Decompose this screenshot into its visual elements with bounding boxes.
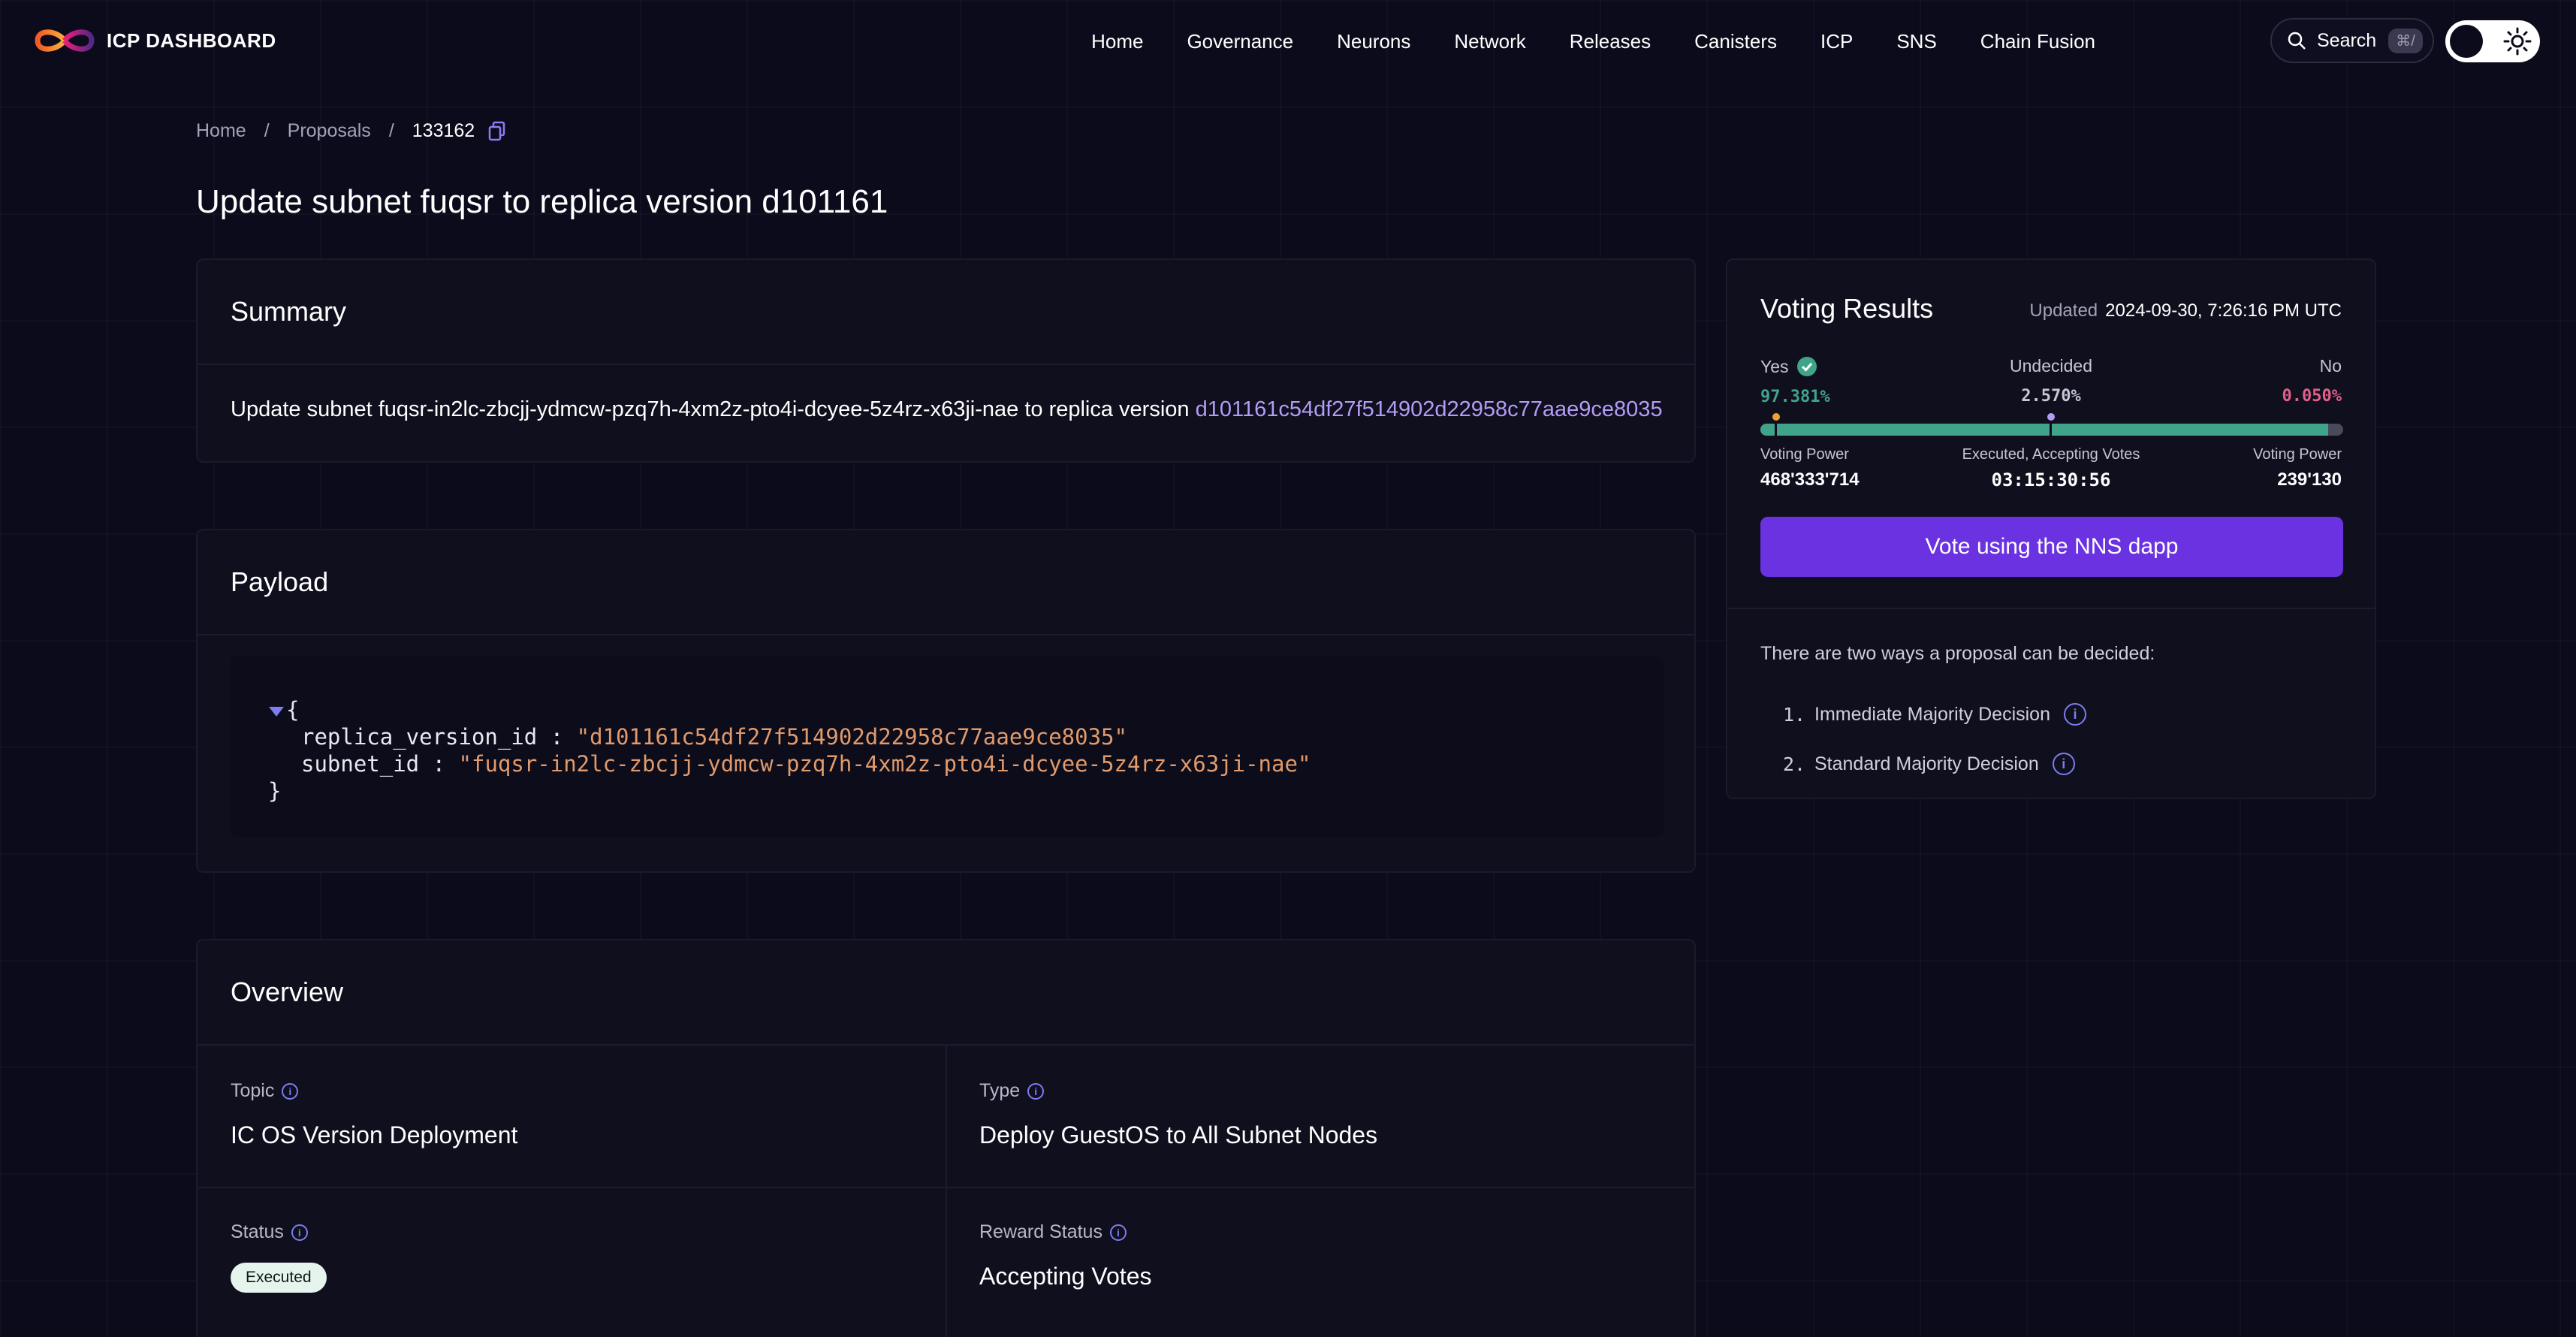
proposal-status-label: Executed, Accepting Votes <box>1962 446 2140 463</box>
summary-text: Update subnet fuqsr-in2lc-zbcjj-ydmcw-pz… <box>198 365 1694 454</box>
status-label: Status <box>231 1221 284 1242</box>
breadcrumb-proposals[interactable]: Proposals <box>288 120 371 142</box>
nav-network[interactable]: Network <box>1454 30 1525 53</box>
undecided-column: Undecided 2.570% <box>1727 356 2375 406</box>
overview-heading: Overview <box>198 940 1694 1046</box>
moon-icon <box>2450 25 2483 58</box>
no-column: No 0.050% <box>2282 356 2342 406</box>
voting-title: Voting Results <box>1760 293 1934 324</box>
decision-way-label: Standard Majority Decision <box>1814 753 2039 774</box>
theme-toggle[interactable] <box>2445 20 2540 62</box>
type-label: Type <box>979 1080 1021 1101</box>
nav-neurons[interactable]: Neurons <box>1337 30 1410 53</box>
nav-canisters[interactable]: Canisters <box>1694 30 1777 53</box>
search-button[interactable]: Search ⌘/ <box>2270 18 2434 63</box>
topic-cell: Topic i IC OS Version Deployment <box>231 1080 517 1149</box>
status-badge: Executed <box>231 1263 327 1293</box>
page-title: Update subnet fuqsr to replica version d… <box>196 183 888 220</box>
summary-heading: Summary <box>198 260 1694 365</box>
updated-label: Updated <box>2029 300 2098 321</box>
json-value: "fuqsr-in2lc-zbcjj-ydmcw-pzq7h-4xm2z-pto… <box>458 751 1311 777</box>
search-shortcut: ⌘/ <box>2388 28 2423 53</box>
summary-description: Update subnet fuqsr-in2lc-zbcjj-ydmcw-pz… <box>231 397 1196 421</box>
overview-divider <box>946 1046 947 1337</box>
top-nav: ICP DASHBOARD Home Governance Neurons Ne… <box>0 0 2576 83</box>
type-cell: Type i Deploy GuestOS to All Subnet Nodes <box>979 1080 1377 1149</box>
voting-top: Voting Results Updated 2024-09-30, 7:26:1… <box>1727 260 2375 609</box>
yes-bar-fill <box>1760 424 2328 436</box>
reward-status-cell: Reward Status i Accepting Votes <box>979 1221 1151 1290</box>
vote-nns-dapp-button[interactable]: Vote using the NNS dapp <box>1760 517 2343 577</box>
decision-way-item: 1. Immediate Majority Decision i <box>1760 690 2086 739</box>
undecided-percentage: 2.570% <box>2021 387 2081 406</box>
reward-status-label: Reward Status <box>979 1221 1102 1242</box>
topic-value: IC OS Version Deployment <box>231 1121 518 1148</box>
json-value: "d101161c54df27f514902d22958c77aae9ce803… <box>576 724 1127 750</box>
voting-updated: Updated 2024-09-30, 7:26:16 PM UTC <box>2029 300 2342 321</box>
list-number: 2. <box>1783 753 1806 775</box>
standard-majority-marker <box>2047 413 2055 421</box>
voting-results-card: Voting Results Updated 2024-09-30, 7:26:1… <box>1726 258 2376 799</box>
nav-sns[interactable]: SNS <box>1896 30 1936 53</box>
payload-card: Payload { replica_version_id : "d101161c… <box>196 529 1696 873</box>
breadcrumb-home[interactable]: Home <box>196 120 246 142</box>
decision-way-label: Immediate Majority Decision <box>1814 703 2050 725</box>
main-nav: Home Governance Neurons Network Releases… <box>1048 0 2095 83</box>
info-icon[interactable]: i <box>1027 1082 1045 1100</box>
standard-majority-tick <box>2050 424 2052 436</box>
no-label: No <box>2319 356 2342 376</box>
undecided-label: Undecided <box>2010 356 2092 376</box>
no-voting-power: Voting Power 239'130 <box>2253 446 2342 490</box>
info-icon[interactable]: i <box>291 1224 308 1241</box>
json-field-replica-version: replica_version_id : "d101161c54df27f514… <box>301 724 1127 750</box>
nav-releases[interactable]: Releases <box>1570 30 1651 53</box>
replica-hash-link[interactable]: d101161c54df27f514902d22958c77aae9ce8035 <box>1196 397 1663 421</box>
copy-icon[interactable] <box>488 121 506 142</box>
sun-icon <box>2503 27 2532 56</box>
json-open-brace: { <box>286 697 300 723</box>
nav-governance[interactable]: Governance <box>1187 30 1293 53</box>
breadcrumb-current: 133162 <box>412 120 475 141</box>
infinity-logo-icon <box>35 29 95 52</box>
nav-home[interactable]: Home <box>1091 30 1143 53</box>
json-key: subnet_id <box>301 751 420 777</box>
voting-progress-bar <box>1760 424 2343 436</box>
logo[interactable]: ICP DASHBOARD <box>32 23 276 59</box>
json-close-brace: } <box>268 778 282 804</box>
json-key: replica_version_id <box>301 724 538 750</box>
breadcrumb-separator: / <box>388 120 394 141</box>
decision-ways-list: 1. Immediate Majority Decision i 2. Stan… <box>1760 690 2086 789</box>
no-vp-value: 239'130 <box>2277 469 2342 490</box>
nav-icp[interactable]: ICP <box>1820 30 1853 53</box>
info-icon[interactable]: i <box>282 1082 299 1100</box>
list-number: 1. <box>1783 703 1806 726</box>
topic-label: Topic <box>231 1080 275 1101</box>
immediate-majority-tick <box>1775 424 1777 436</box>
info-icon[interactable]: i <box>1109 1224 1127 1241</box>
payload-heading: Payload <box>198 530 1694 635</box>
search-label: Search <box>2317 29 2377 51</box>
payload-json-viewer: { replica_version_id : "d101161c54df27f5… <box>231 656 1664 837</box>
reward-status-value: Accepting Votes <box>979 1263 1152 1290</box>
status-cell: Status i Executed <box>231 1221 327 1293</box>
collapse-triangle-icon[interactable] <box>268 706 285 718</box>
no-percentage: 0.050% <box>2282 387 2342 406</box>
info-icon[interactable]: i <box>2064 703 2086 726</box>
overview-card: Overview Topic i IC OS Version Deployment… <box>196 939 1696 1337</box>
no-vp-label: Voting Power <box>2253 446 2342 463</box>
breadcrumb: Home / Proposals / 133162 <box>196 120 506 142</box>
nav-chain-fusion[interactable]: Chain Fusion <box>1980 30 2095 53</box>
updated-value: 2024-09-30, 7:26:16 PM UTC <box>2105 300 2342 321</box>
search-icon <box>2288 32 2306 50</box>
info-icon[interactable]: i <box>2052 753 2075 775</box>
json-field-subnet-id: subnet_id : "fuqsr-in2lc-zbcjj-ydmcw-pzq… <box>301 751 1311 777</box>
type-value: Deploy GuestOS to All Subnet Nodes <box>979 1121 1378 1148</box>
summary-card: Summary Update subnet fuqsr-in2lc-zbcjj-… <box>196 258 1696 463</box>
decision-way-item: 2. Standard Majority Decision i <box>1760 739 2086 789</box>
breadcrumb-separator: / <box>264 120 270 141</box>
immediate-majority-marker <box>1772 413 1780 421</box>
decision-ways-intro: There are two ways a proposal can be dec… <box>1760 643 2155 664</box>
overview-row-divider <box>198 1187 1694 1188</box>
logo-text: ICP DASHBOARD <box>107 29 276 52</box>
